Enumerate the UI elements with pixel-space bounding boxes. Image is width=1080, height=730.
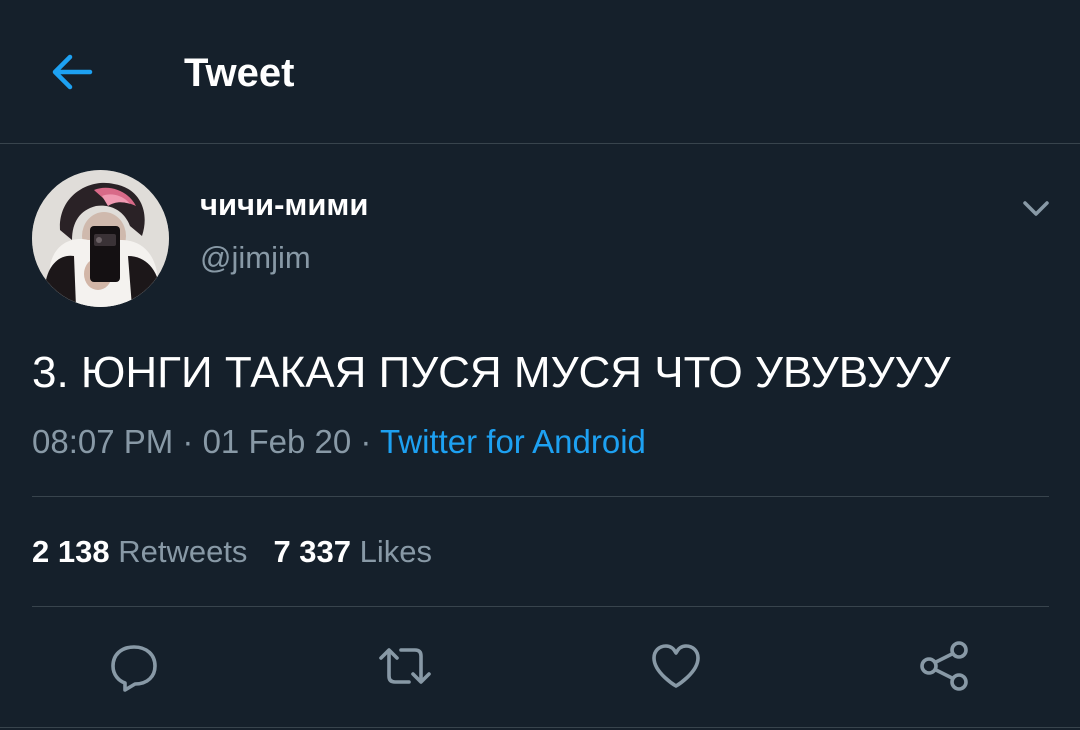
likes-stat[interactable]: 7 337 Likes — [273, 534, 432, 569]
divider — [32, 496, 1049, 497]
tweet-options-button[interactable] — [1016, 192, 1056, 224]
retweets-count: 2 138 — [32, 534, 110, 569]
share-button[interactable] — [917, 638, 973, 694]
meta-separator: · — [351, 423, 380, 460]
reply-icon — [111, 645, 157, 692]
author-display-name[interactable]: чичи-мими — [200, 186, 368, 224]
tweet-text: 3. ЮНГИ ТАКАЯ ПУСЯ МУСЯ ЧТО УВУВУУУ — [32, 348, 951, 397]
likes-label: Likes — [359, 534, 433, 569]
retweet-button[interactable] — [377, 638, 433, 694]
tweet-date: 01 Feb 20 — [202, 423, 352, 460]
like-button[interactable] — [648, 638, 704, 694]
divider — [0, 727, 1080, 728]
author-handle[interactable]: @jimjim — [200, 238, 311, 278]
retweets-stat[interactable]: 2 138 Retweets — [32, 534, 247, 569]
tweet-stats: 2 138 Retweets 7 337 Likes — [32, 530, 432, 574]
tweet-source-link[interactable]: Twitter for Android — [380, 423, 646, 460]
divider — [32, 606, 1049, 607]
chevron-down-icon — [1023, 201, 1049, 216]
meta-separator: · — [173, 423, 203, 460]
arrow-left-icon — [52, 54, 93, 90]
reply-button[interactable] — [106, 638, 162, 694]
like-icon — [652, 644, 700, 688]
tweet-time: 08:07 PM — [32, 423, 174, 460]
share-icon — [920, 641, 968, 691]
page-title: Tweet — [184, 51, 295, 95]
back-button[interactable] — [46, 48, 98, 96]
retweets-label: Retweets — [118, 534, 248, 569]
likes-count: 7 337 — [273, 534, 352, 569]
tweet-meta: 08:07 PM · 01 Feb 20 · Twitter for Andro… — [32, 420, 646, 464]
avatar[interactable] — [32, 170, 169, 307]
retweet-icon — [379, 648, 431, 684]
header-bar: Tweet — [0, 0, 1080, 144]
